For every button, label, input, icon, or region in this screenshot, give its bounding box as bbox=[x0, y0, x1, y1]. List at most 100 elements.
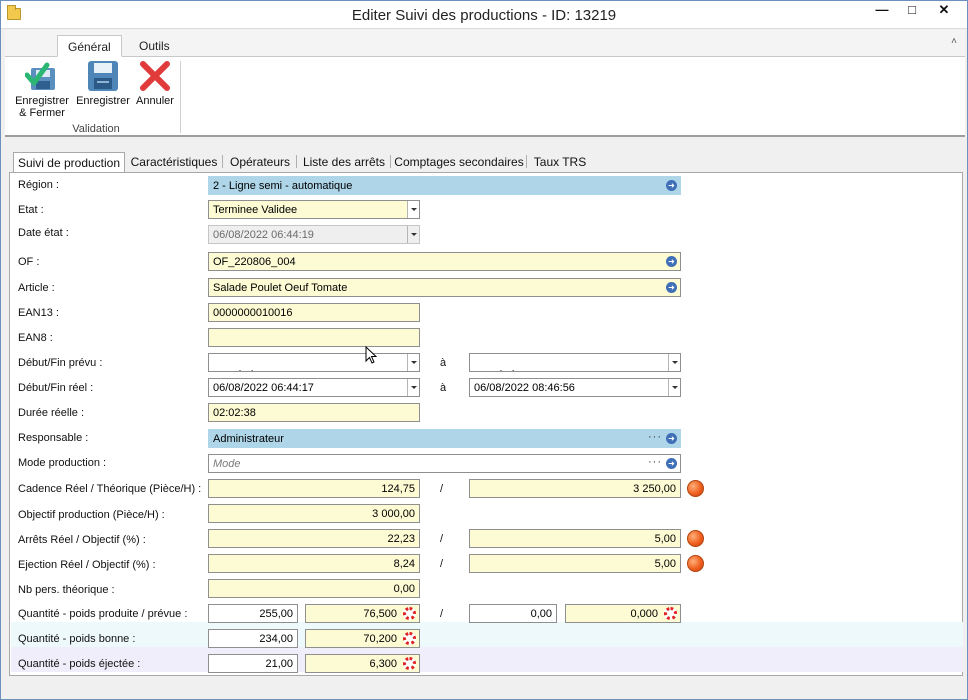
fin-reel-field[interactable]: 06/08/2022 08:46:56 bbox=[469, 378, 681, 397]
etat-select[interactable]: Terminee Validee bbox=[208, 200, 420, 219]
tab-operateurs-label: Opérateurs bbox=[229, 155, 291, 169]
nb-pers-field[interactable]: 0,00 bbox=[208, 579, 420, 598]
arrets-separator: / bbox=[440, 533, 444, 545]
article-field[interactable]: Salade Poulet Oeuf Tomate ➜ bbox=[208, 278, 681, 297]
tab-caracteristiques[interactable]: Caractéristiques bbox=[125, 152, 223, 172]
qte-prevue-weight-field[interactable]: 0,000 bbox=[565, 604, 681, 623]
collapse-ribbon-icon[interactable]: ˄ bbox=[951, 36, 957, 47]
debut-prevu-field[interactable]: / / : : bbox=[208, 353, 420, 372]
chevron-down-icon[interactable] bbox=[407, 379, 419, 396]
chevron-down-icon bbox=[407, 226, 419, 243]
debut-fin-reel-separator: à bbox=[440, 382, 447, 394]
ejection-status-indicator bbox=[687, 555, 704, 572]
chevron-down-icon[interactable] bbox=[668, 354, 680, 371]
objectif-production-field[interactable]: 3 000,00 bbox=[208, 504, 420, 523]
duree-reelle-field[interactable]: 02:02:38 bbox=[208, 403, 420, 422]
save-and-close-button[interactable]: Enregistrer & Fermer bbox=[13, 59, 71, 119]
save-close-icon bbox=[25, 62, 55, 90]
tab-suivi-de-production[interactable]: Suivi de production bbox=[13, 152, 125, 173]
etat-label: Etat : bbox=[18, 204, 44, 216]
row-band-bonne bbox=[11, 622, 963, 647]
qte-produite-separator: / bbox=[440, 608, 444, 620]
tab-operateurs[interactable]: Opérateurs bbox=[223, 152, 297, 172]
qte-produite-label: Quantité - poids produite / prévue : bbox=[18, 608, 188, 620]
debut-reel-field[interactable]: 06/08/2022 06:44:17 bbox=[208, 378, 420, 397]
row-band-ejectee bbox=[11, 647, 963, 672]
tab-liste-des-arrets[interactable]: Liste des arrêts bbox=[297, 152, 391, 172]
debut-fin-prevu-separator: à bbox=[440, 357, 447, 369]
validation-group-label: Validation bbox=[72, 123, 120, 135]
date-etat-field: 06/08/2022 06:44:19 bbox=[208, 225, 420, 244]
ean13-field[interactable]: 0000000010016 bbox=[208, 303, 420, 322]
region-navigate-icon[interactable]: ➜ bbox=[666, 180, 677, 191]
tab-taux-trs[interactable]: Taux TRS bbox=[527, 152, 593, 172]
qte-prevue-weight-value: 0,000 bbox=[630, 608, 658, 620]
cadence-separator: / bbox=[440, 483, 444, 495]
lifebuoy-icon[interactable] bbox=[664, 607, 677, 620]
responsable-field[interactable]: Administrateur ··· ➜ bbox=[208, 429, 681, 448]
responsable-ellipsis-button[interactable]: ··· bbox=[648, 431, 662, 443]
qte-produite-weight-field[interactable]: 76,500 bbox=[305, 604, 420, 623]
qte-ejectee-qty-field[interactable]: 21,00 bbox=[208, 654, 298, 673]
tab-comptages-secondaires[interactable]: Comptages secondaires bbox=[391, 152, 527, 172]
ribbon-tab-general[interactable]: Général bbox=[57, 35, 122, 57]
edit-production-window: Editer Suivi des productions - ID: 13219… bbox=[0, 0, 968, 700]
responsable-navigate-icon[interactable]: ➜ bbox=[666, 433, 677, 444]
qte-bonne-weight-value: 70,200 bbox=[363, 633, 397, 645]
ribbon-tab-outils[interactable]: Outils bbox=[129, 35, 180, 57]
cancel-x-icon bbox=[140, 61, 170, 91]
ejection-real-field[interactable]: 8,24 bbox=[208, 554, 420, 573]
ribbon: Enregistrer & Fermer Enregistrer Annuler… bbox=[5, 57, 965, 137]
ean8-field[interactable] bbox=[208, 328, 420, 347]
ejection-separator: / bbox=[440, 558, 444, 570]
article-value: Salade Poulet Oeuf Tomate bbox=[213, 282, 348, 294]
content-tab-bar: Suivi de production Caractéristiques Opé… bbox=[13, 152, 963, 173]
of-field[interactable]: OF_220806_004 ➜ bbox=[208, 252, 681, 271]
mouse-cursor-icon bbox=[365, 346, 378, 364]
qte-bonne-qty-field[interactable]: 234,00 bbox=[208, 629, 298, 648]
region-field[interactable]: 2 - Ligne semi - automatique ➜ bbox=[208, 176, 681, 195]
fin-prevu-field[interactable]: / / : : bbox=[469, 353, 681, 372]
ejection-target-field[interactable]: 5,00 bbox=[469, 554, 681, 573]
save-and-close-label-1: Enregistrer bbox=[15, 95, 69, 107]
lifebuoy-icon[interactable] bbox=[403, 632, 416, 645]
debut-fin-prevu-label: Début/Fin prévu : bbox=[18, 357, 103, 369]
fin-prevu-value: / / : : bbox=[492, 369, 559, 371]
save-button[interactable]: Enregistrer bbox=[75, 59, 131, 107]
cadence-real-field[interactable]: 124,75 bbox=[208, 479, 420, 498]
qte-produite-qty-field[interactable]: 255,00 bbox=[208, 604, 298, 623]
of-navigate-icon[interactable]: ➜ bbox=[666, 256, 677, 267]
minimize-button[interactable]: — bbox=[867, 1, 897, 21]
qte-prevue-qty-field[interactable]: 0,00 bbox=[469, 604, 557, 623]
qte-ejectee-label: Quantité - poids éjectée : bbox=[18, 658, 141, 670]
chevron-down-icon[interactable] bbox=[407, 354, 419, 371]
title-bar: Editer Suivi des productions - ID: 13219… bbox=[1, 1, 967, 29]
article-navigate-icon[interactable]: ➜ bbox=[666, 282, 677, 293]
of-label: OF : bbox=[18, 256, 40, 268]
arrets-real-field[interactable]: 22,23 bbox=[208, 529, 420, 548]
cadence-label: Cadence Réel / Théorique (Pièce/H) : bbox=[18, 483, 202, 495]
chevron-down-icon[interactable] bbox=[407, 201, 419, 218]
mode-production-navigate-icon[interactable]: ➜ bbox=[666, 458, 677, 469]
responsable-value: Administrateur bbox=[213, 433, 284, 445]
cadence-status-indicator bbox=[687, 480, 704, 497]
ejection-label: Ejection Réel / Objectif (%) : bbox=[18, 559, 156, 571]
ribbon-tab-bar: Général Outils ˄ bbox=[5, 30, 965, 57]
lifebuoy-icon[interactable] bbox=[403, 657, 416, 670]
region-label: Région : bbox=[18, 179, 59, 191]
qte-ejectee-weight-field[interactable]: 6,300 bbox=[305, 654, 420, 673]
qte-bonne-weight-field[interactable]: 70,200 bbox=[305, 629, 420, 648]
maximize-button[interactable]: □ bbox=[897, 1, 927, 21]
duree-reelle-value: 02:02:38 bbox=[213, 407, 256, 419]
mode-production-field[interactable]: Mode ··· ➜ bbox=[208, 454, 681, 473]
qte-bonne-label: Quantité - poids bonne : bbox=[18, 633, 136, 645]
close-button[interactable]: ✕ bbox=[929, 1, 959, 21]
arrets-target-field[interactable]: 5,00 bbox=[469, 529, 681, 548]
tab-liste-des-arrets-label: Liste des arrêts bbox=[302, 155, 386, 169]
cancel-button[interactable]: Annuler bbox=[133, 59, 177, 107]
lifebuoy-icon[interactable] bbox=[403, 607, 416, 620]
cadence-target-field[interactable]: 3 250,00 bbox=[469, 479, 681, 498]
chevron-down-icon[interactable] bbox=[668, 379, 680, 396]
duree-reelle-label: Durée réelle : bbox=[18, 407, 85, 419]
mode-production-ellipsis-button[interactable]: ··· bbox=[648, 456, 662, 468]
